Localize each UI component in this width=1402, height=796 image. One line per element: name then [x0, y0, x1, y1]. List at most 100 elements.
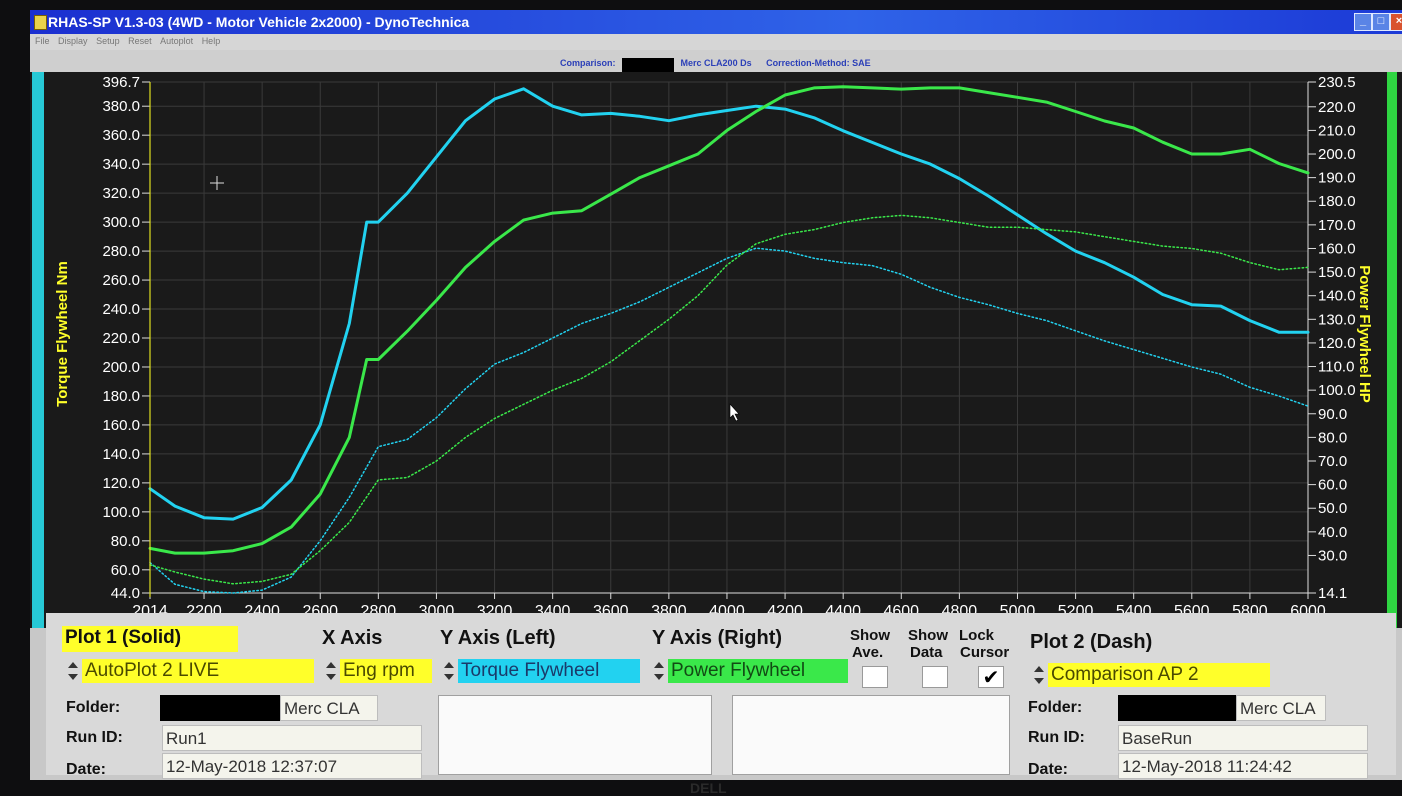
y-right-tick-label: 40.0 [1318, 524, 1347, 541]
info-bar: Comparison: Merc CLA200 Ds Correction-Me… [30, 50, 1402, 72]
comparison-value: Merc CLA200 Ds [680, 58, 752, 68]
y-left-spinner[interactable] [442, 659, 456, 683]
y-left-tick-label: 380.0 [102, 98, 140, 115]
window-title: RHAS-SP V1.3-03 (4WD - Motor Vehicle 2x2… [48, 14, 470, 30]
y-left-tick-label: 120.0 [102, 475, 140, 492]
y-right-heading: Y Axis (Right) [652, 627, 783, 649]
y-right-tick-label: 70.0 [1318, 453, 1347, 470]
y-left-tick-label: 360.0 [102, 127, 140, 144]
maximize-icon[interactable]: □ [1372, 13, 1390, 31]
y-left-tick-label: 140.0 [102, 446, 140, 463]
y-left-tick-label: 180.0 [102, 388, 140, 405]
x-axis-select[interactable]: Eng rpm [340, 659, 432, 683]
left-axis-stripe [32, 72, 44, 628]
show-ave-checkbox[interactable] [862, 666, 888, 688]
menu-help[interactable]: Help [199, 34, 224, 46]
minimize-icon[interactable]: _ [1354, 13, 1372, 31]
y-right-tick-label: 14.1 [1318, 585, 1347, 602]
dyno-chart[interactable]: 2014 2200 2400 2600 2800 3000 3200 3400 3600 3800… [30, 72, 1402, 628]
redacted-block [622, 58, 675, 72]
y-left-axis-title: Torque Flywheel Nm [54, 261, 71, 407]
menu-setup[interactable]: Setup [93, 34, 123, 46]
y-left-tick-label: 240.0 [102, 301, 140, 318]
menu-autoplot[interactable]: Autoplot [157, 34, 196, 46]
plot2-folder-label: Folder: [1028, 699, 1083, 716]
lock-cursor-checkbox[interactable]: ✔ [978, 666, 1004, 689]
chart-overlay [149, 82, 740, 597]
lock-cursor-label-2: Cursor [960, 644, 1010, 661]
x-axis-heading: X Axis [322, 627, 383, 649]
plot1-torque-line [148, 87, 1310, 521]
y-right-tick-label: 200.0 [1318, 146, 1356, 163]
chart-grid [149, 81, 1309, 594]
y-right-tick-label: 120.0 [1318, 335, 1356, 352]
y-right-spinner[interactable] [652, 659, 666, 683]
y-right-tick-label: 90.0 [1318, 406, 1347, 423]
y-right-tick-label: 220.0 [1318, 99, 1356, 116]
y-right-tick-label: 170.0 [1318, 217, 1356, 234]
y-left-select[interactable]: Torque Flywheel [458, 659, 640, 683]
y-right-tick-label: 210.0 [1318, 122, 1356, 139]
chart-series [148, 85, 1310, 594]
plot2-spinner[interactable] [1032, 663, 1046, 687]
show-data-checkbox[interactable] [922, 666, 948, 688]
plot2-runid-field[interactable]: BaseRun [1118, 725, 1368, 751]
plot1-heading: Plot 1 (Solid) [62, 626, 238, 652]
y-right-tick-label: 60.0 [1318, 477, 1347, 494]
plot1-date-field[interactable]: 12-May-2018 12:37:07 [162, 753, 422, 779]
plot1-folder-label: Folder: [66, 699, 121, 716]
y-left-tick-label: 396.7 [102, 74, 140, 91]
show-data-label-2: Data [910, 644, 943, 661]
y-right-tick-label: 190.0 [1318, 170, 1356, 187]
dyno-plot-area[interactable]: 2014 2200 2400 2600 2800 3000 3200 3400 3600 3800… [30, 72, 1402, 628]
title-bar: RHAS-SP V1.3-03 (4WD - Motor Vehicle 2x2… [30, 10, 1402, 34]
y-right-tick-label: 150.0 [1318, 264, 1356, 281]
plot2-folder-field[interactable]: Merc CLA [1236, 695, 1326, 721]
x-axis-spinner[interactable] [324, 659, 338, 683]
app-window: RHAS-SP V1.3-03 (4WD - Motor Vehicle 2x2… [30, 10, 1402, 780]
y-right-tick-label: 180.0 [1318, 193, 1356, 210]
plot2-runid-label: Run ID: [1028, 729, 1085, 746]
y-right-tick-label: 110.0 [1318, 359, 1354, 376]
y-left-tick-label: 100.0 [102, 504, 140, 521]
y-right-tick-label: 50.0 [1318, 500, 1347, 517]
y-left-heading: Y Axis (Left) [440, 627, 556, 649]
y-left-tick-label: 200.0 [102, 359, 140, 376]
plot2-select[interactable]: Comparison AP 2 [1048, 663, 1270, 687]
plot1-spinner[interactable] [66, 659, 80, 683]
lock-cursor-label-1: Lock [959, 627, 995, 644]
y-left-tick-label: 60.0 [111, 562, 140, 579]
y-right-tick-label: 130.0 [1318, 311, 1356, 328]
y-right-tick-label: 230.5 [1318, 74, 1356, 91]
plot2-folder-redacted [1118, 695, 1236, 721]
blank-panel-right [732, 695, 1010, 775]
close-icon[interactable]: × [1390, 13, 1402, 31]
y-left-tick-label: 320.0 [102, 185, 140, 202]
correction-method: Correction-Method: SAE [766, 58, 871, 68]
plot1-runid-field[interactable]: Run1 [162, 725, 422, 751]
show-data-label-1: Show [908, 627, 948, 644]
y-right-tick-label: 160.0 [1318, 240, 1356, 257]
y-left-tick-label: 300.0 [102, 214, 140, 231]
plot2-power-line [149, 214, 1309, 585]
menu-reset[interactable]: Reset [125, 34, 155, 46]
app-icon [34, 15, 47, 30]
y-right-tick-label: 100.0 [1318, 382, 1356, 399]
plot1-select[interactable]: AutoPlot 2 LIVE [82, 659, 314, 683]
comparison-label: Comparison: [560, 58, 616, 68]
mouse-pointer-icon [729, 403, 740, 422]
menu-file[interactable]: File [32, 34, 53, 46]
y-right-tick-label: 80.0 [1318, 429, 1347, 446]
right-axis-stripe [1387, 72, 1397, 628]
menu-display[interactable]: Display [55, 34, 91, 46]
blank-panel-left [438, 695, 712, 775]
y-right-select[interactable]: Power Flywheel [668, 659, 848, 683]
y-right-axis-title: Power Flywheel HP [1356, 265, 1373, 403]
plot1-folder-field[interactable]: Merc CLA [280, 695, 378, 721]
plot2-date-field[interactable]: 12-May-2018 11:24:42 [1118, 753, 1368, 779]
control-panel: Plot 1 (Solid) AutoPlot 2 LIVE X Axis En… [46, 613, 1396, 779]
y-right-tick-label: 140.0 [1318, 288, 1356, 305]
show-ave-label-2: Ave. [852, 644, 884, 661]
y-left-tick-label: 160.0 [102, 417, 140, 434]
comparison-info: Comparison: Merc CLA200 Ds Correction-Me… [560, 58, 871, 72]
